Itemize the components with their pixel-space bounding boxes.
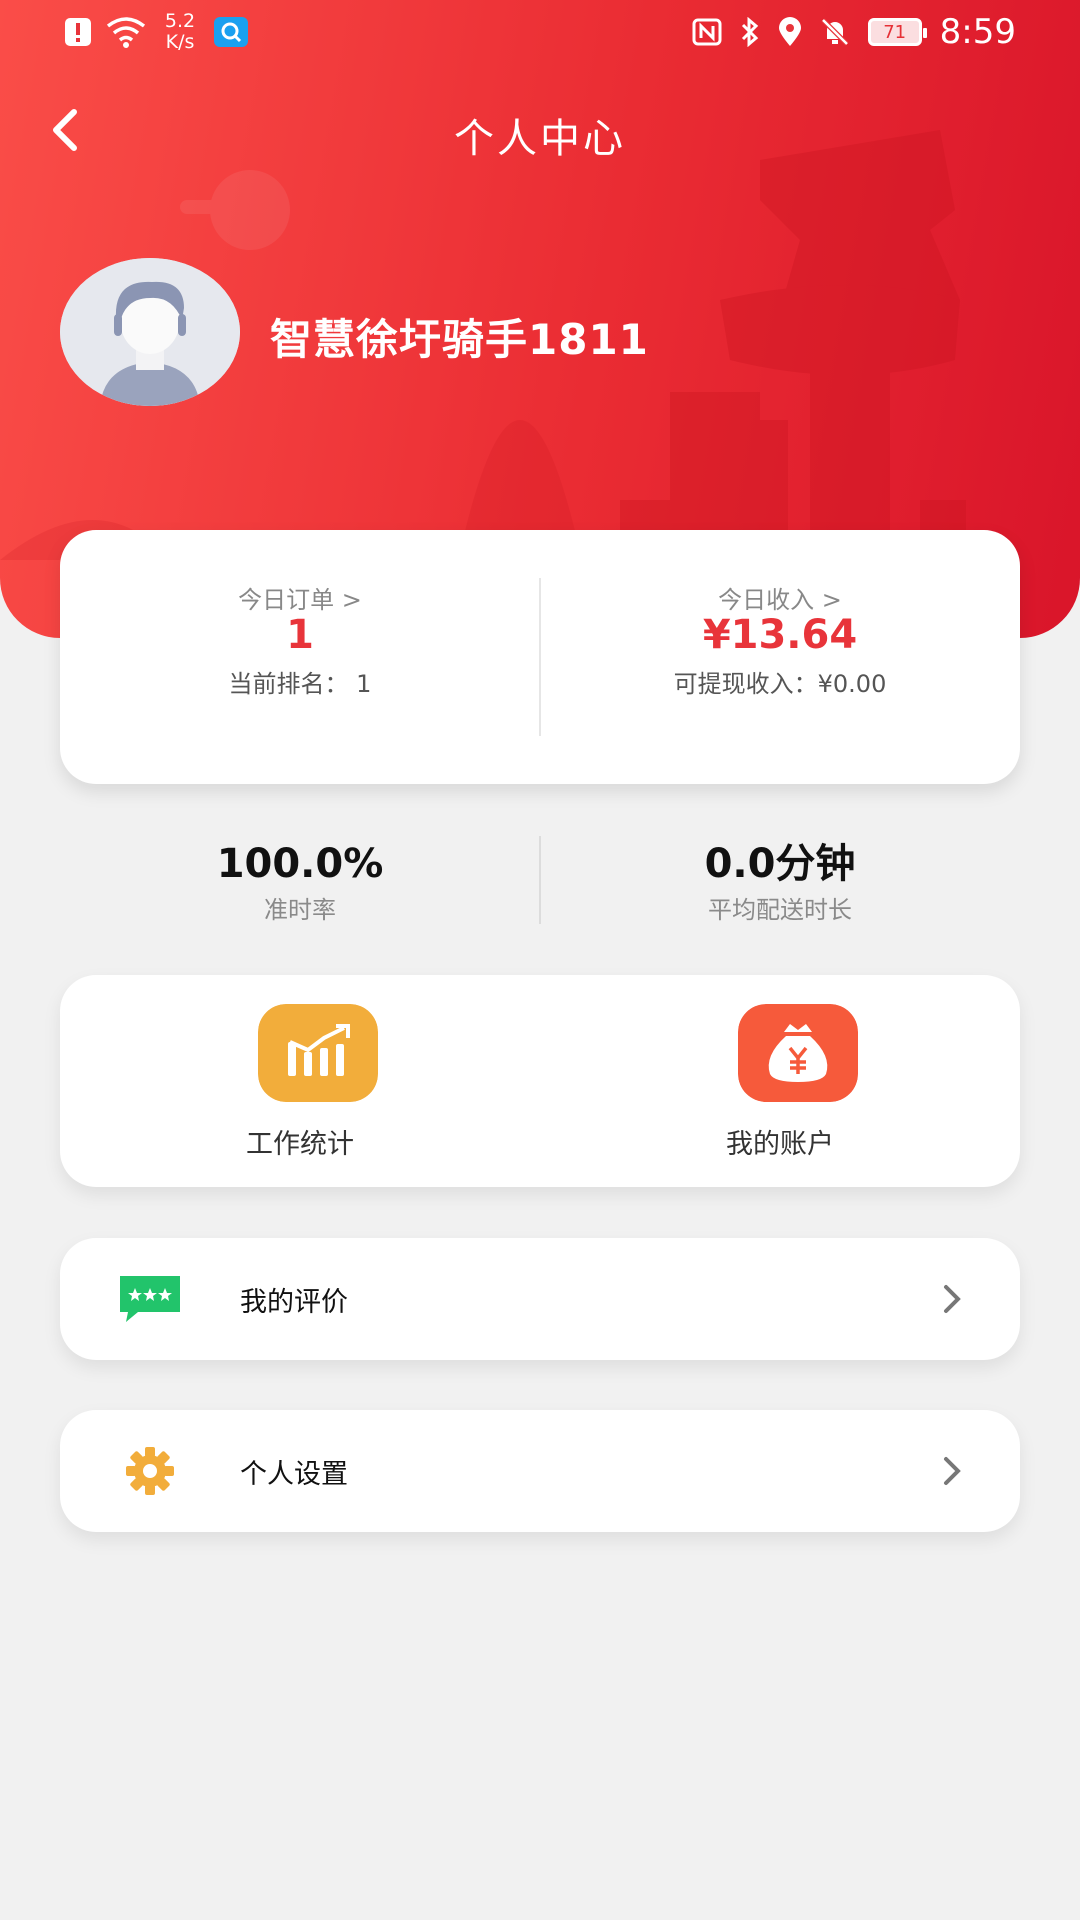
- personal-settings-item[interactable]: 个人设置: [60, 1410, 1020, 1532]
- income-label: 今日收入 >: [718, 586, 842, 614]
- withdrawable-text: 可提现收入：¥0.00: [673, 670, 887, 698]
- gear-icon: [126, 1447, 174, 1495]
- avg-label: 平均配送时长: [708, 896, 852, 924]
- orders-value: 1: [286, 612, 314, 658]
- quick-actions-card: 工作统计 我的账户: [60, 975, 1020, 1187]
- orders-label: 今日订单 >: [238, 586, 362, 614]
- today-orders[interactable]: 今日订单 > 1 当前排名： 1: [60, 530, 540, 784]
- chevron-right-icon: [944, 1285, 961, 1313]
- work-stats-button[interactable]: 工作统计: [60, 975, 540, 1187]
- location-icon: [778, 17, 801, 46]
- ontime-value: 100.0%: [216, 841, 384, 887]
- bluetooth-icon: [741, 17, 758, 47]
- ontime-label: 准时率: [264, 896, 336, 924]
- avg-value: 0.0分钟: [704, 841, 856, 887]
- page-title: 个人中心: [454, 116, 626, 162]
- network-speed: 5.2 K/s: [164, 10, 196, 53]
- rank-text: 当前排名： 1: [228, 670, 372, 698]
- search-app-icon: [214, 17, 248, 47]
- my-reviews-label: 我的评价: [240, 1287, 348, 1318]
- avg-delivery-time: 0.0分钟 平均配送时长: [540, 836, 1020, 928]
- nfc-icon: [692, 18, 722, 46]
- personal-settings-label: 个人设置: [240, 1459, 348, 1490]
- my-reviews-item[interactable]: 我的评价: [60, 1238, 1020, 1360]
- bar-chart-icon: [258, 1004, 378, 1102]
- user-silhouette-icon: [60, 258, 240, 406]
- money-bag-icon: [738, 1004, 858, 1102]
- income-value: ¥13.64: [702, 612, 858, 658]
- chevron-right-icon: [944, 1457, 961, 1485]
- avatar[interactable]: [60, 258, 240, 406]
- ontime-rate: 100.0% 准时率: [60, 836, 540, 928]
- nav-bar: 个人中心: [0, 96, 1080, 166]
- my-account-label: 我的账户: [726, 1129, 834, 1160]
- review-chat-icon: [120, 1276, 180, 1322]
- battery-indicator: 71: [867, 18, 927, 46]
- today-income[interactable]: 今日收入 > ¥13.64 可提现收入：¥0.00: [540, 530, 1020, 784]
- mute-bell-icon: [820, 18, 849, 46]
- status-bar: 5.2 K/s 71 8:59: [0, 0, 1080, 62]
- username: 智慧徐圩骑手1811: [270, 315, 649, 364]
- today-stats-card: 今日订单 > 1 当前排名： 1 今日收入 > ¥13.64 可提现收入：¥0.…: [60, 530, 1020, 784]
- status-time: 8:59: [939, 12, 1016, 52]
- work-stats-label: 工作统计: [246, 1129, 354, 1160]
- my-account-button[interactable]: 我的账户: [540, 975, 1020, 1187]
- wifi-icon: [106, 17, 146, 48]
- alert-notification-icon: [65, 18, 91, 46]
